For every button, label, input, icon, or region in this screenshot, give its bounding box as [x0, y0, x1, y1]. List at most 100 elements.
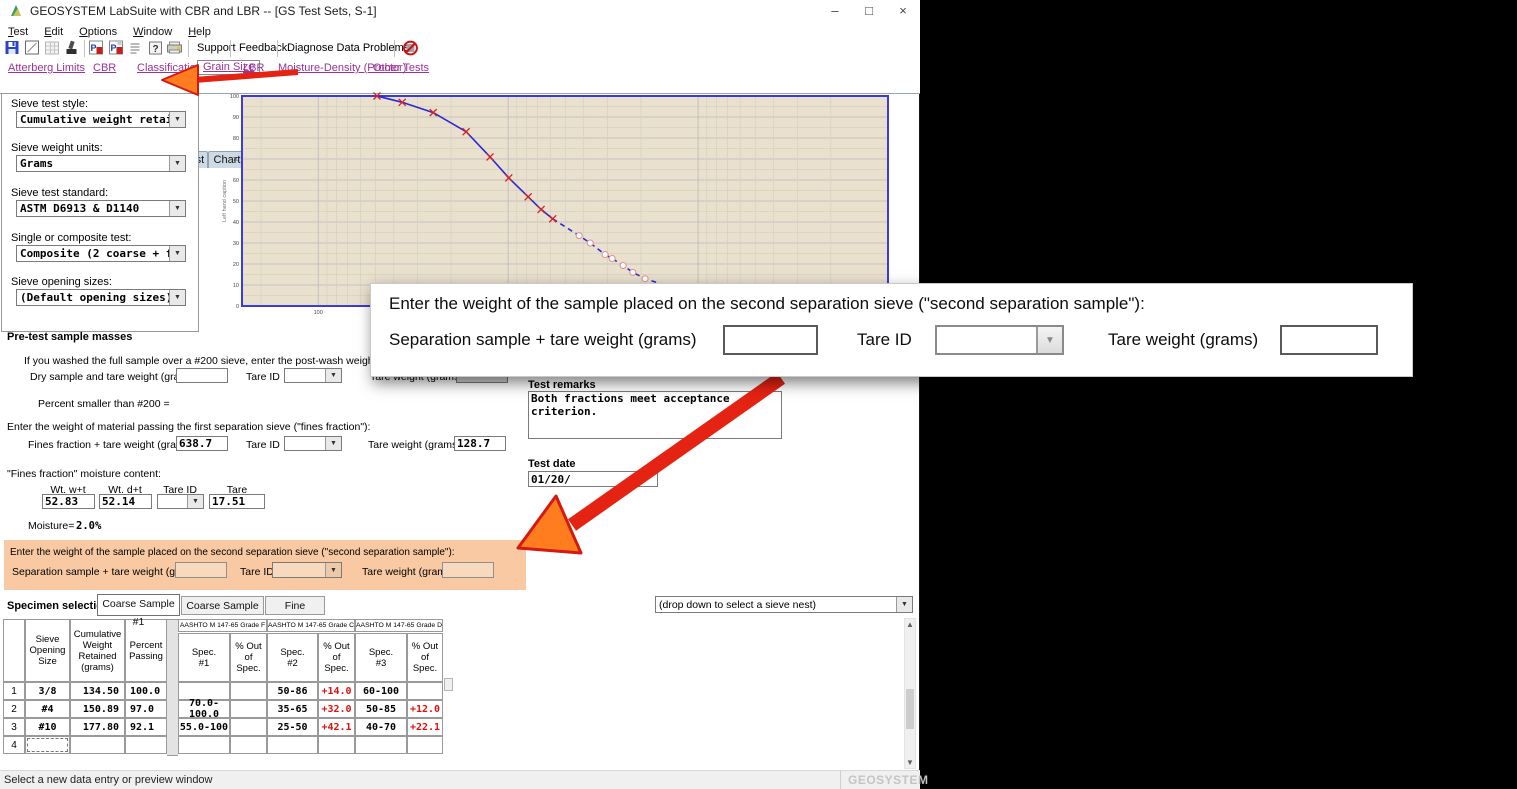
menu-help[interactable]: Help	[188, 26, 211, 38]
test-remarks-textarea[interactable]: Both fractions meet acceptance criterion…	[528, 391, 782, 439]
table-cell[interactable]: 55.0-100	[178, 718, 230, 736]
option-combo-1[interactable]: Cumulative weight retained▼	[16, 111, 186, 128]
specimen-tab-fine-sample[interactable]: Fine Sample	[265, 596, 325, 615]
module-tab-lbr[interactable]: LBR	[243, 62, 264, 74]
chart-icon[interactable]	[24, 40, 41, 56]
diagnose-data-problems-button[interactable]: Diagnose Data Problems	[287, 42, 409, 54]
callout-tare-id-combo[interactable]: ▼	[935, 325, 1064, 355]
table-cell[interactable]: 97.0	[125, 700, 167, 718]
grid-icon[interactable]	[44, 40, 61, 56]
table-cell[interactable]	[70, 736, 125, 754]
table-cell[interactable]	[25, 736, 70, 754]
chevron-down-icon[interactable]: ▼	[169, 290, 185, 305]
table-cell[interactable]	[178, 736, 230, 754]
table-cell[interactable]: 150.89	[70, 700, 125, 718]
test-apparatus-icon[interactable]	[63, 40, 80, 56]
table-scroll-nub[interactable]	[444, 678, 453, 691]
pdf-report-icon[interactable]: P	[88, 40, 105, 56]
module-tab-cbr[interactable]: CBR	[93, 62, 116, 74]
fines-tare-weight-input[interactable]	[454, 436, 506, 451]
separation-tare-id-combo[interactable]: ▼	[272, 562, 342, 578]
fines-fraction-input[interactable]	[176, 436, 228, 451]
moisture-tare-id-combo[interactable]: ▼	[157, 494, 204, 509]
chevron-down-icon[interactable]: ▼	[187, 495, 203, 508]
table-cell[interactable]: +32.0	[318, 700, 355, 718]
fines-tare-id-combo[interactable]: ▼	[284, 436, 342, 451]
menu-test[interactable]: Test	[8, 26, 28, 38]
table-cell[interactable]: 177.80	[70, 718, 125, 736]
menu-window[interactable]: Window	[133, 26, 172, 38]
test-date-input[interactable]	[528, 471, 658, 487]
table-cell[interactable]: #10	[25, 718, 70, 736]
table-cell[interactable]: 35-65	[267, 700, 318, 718]
table-cell[interactable]	[125, 736, 167, 754]
table-cell[interactable]: 50-86	[267, 682, 318, 700]
module-tab-atterberg-limits[interactable]: Atterberg Limits	[8, 62, 85, 74]
chevron-down-icon[interactable]: ▼	[896, 597, 912, 612]
wt-dt-input[interactable]	[99, 494, 152, 509]
specimen-tab-coarse-sample-2[interactable]: Coarse Sample #2	[181, 596, 264, 615]
menu-edit[interactable]: Edit	[44, 26, 63, 38]
table-cell[interactable]	[355, 736, 407, 754]
table-cell[interactable]: 40-70	[355, 718, 407, 736]
table-cell[interactable]: +42.1	[318, 718, 355, 736]
table-cell[interactable]	[267, 736, 318, 754]
table-cell[interactable]: 25-50	[267, 718, 318, 736]
option-combo-3[interactable]: ASTM D6913 & D1140▼	[16, 200, 186, 217]
table-cell[interactable]: 70.0-100.0	[178, 700, 230, 718]
module-tab-other-tests[interactable]: Other Tests	[373, 62, 429, 74]
separation-tare-weight-input[interactable]	[442, 562, 494, 578]
scroll-down-icon[interactable]: ▼	[905, 758, 915, 767]
chevron-down-icon[interactable]: ▼	[325, 369, 341, 382]
table-cell[interactable]: 60-100	[355, 682, 407, 700]
close-icon[interactable]: ×	[886, 0, 920, 22]
table-cell[interactable]: 50-85	[355, 700, 407, 718]
table-cell[interactable]	[230, 700, 267, 718]
chevron-down-icon[interactable]: ▼	[325, 437, 341, 450]
option-combo-4[interactable]: Composite (2 coarse + fines)▼	[16, 245, 186, 262]
table-cell[interactable]: +22.1	[407, 718, 443, 736]
table-cell[interactable]	[407, 682, 443, 700]
table-cell[interactable]: 134.50	[70, 682, 125, 700]
table-cell[interactable]	[407, 736, 443, 754]
no-save-icon[interactable]	[402, 40, 419, 56]
chevron-down-icon[interactable]: ▼	[325, 563, 341, 577]
wt-wt-input[interactable]	[42, 494, 95, 509]
printer-icon[interactable]	[166, 40, 183, 56]
table-cell[interactable]: 3/8	[25, 682, 70, 700]
sieve-nest-combo[interactable]: (drop down to select a sieve nest) ▼	[655, 596, 913, 613]
chevron-down-icon[interactable]: ▼	[169, 112, 185, 127]
help-icon[interactable]: ?	[147, 40, 164, 56]
feedback-button[interactable]: Feedback	[239, 42, 287, 54]
tare-input[interactable]	[209, 494, 265, 509]
chevron-down-icon[interactable]: ▼	[1036, 327, 1062, 353]
callout-separation-sample-input[interactable]	[723, 325, 818, 355]
table-cell[interactable]	[318, 736, 355, 754]
chevron-down-icon[interactable]: ▼	[169, 156, 185, 171]
table-cell[interactable]	[230, 682, 267, 700]
save-icon[interactable]	[4, 40, 21, 56]
option-combo-2[interactable]: Grams▼	[16, 155, 186, 172]
chevron-down-icon[interactable]: ▼	[169, 201, 185, 216]
option-combo-5[interactable]: (Default opening sizes)▼	[16, 289, 186, 306]
specimen-tab-coarse-sample-1[interactable]: Coarse Sample #1	[97, 594, 180, 616]
minimize-icon[interactable]: –	[818, 0, 852, 22]
table-cell[interactable]: +14.0	[318, 682, 355, 700]
callout-tare-weight-input[interactable]	[1280, 325, 1378, 355]
pdf-export-icon[interactable]: P	[108, 40, 125, 56]
table-vertical-scrollbar[interactable]: ▲ ▼	[904, 618, 916, 769]
data-list-icon[interactable]	[128, 40, 145, 56]
table-cell[interactable]: +12.0	[407, 700, 443, 718]
table-cell[interactable]: 100.0	[125, 682, 167, 700]
scroll-up-icon[interactable]: ▲	[905, 620, 915, 629]
separation-sample-input[interactable]	[175, 562, 227, 578]
table-cell[interactable]	[230, 718, 267, 736]
menu-options[interactable]: Options	[79, 26, 117, 38]
table-cell[interactable]: 92.1	[125, 718, 167, 736]
dry-sample-input[interactable]	[176, 368, 228, 383]
scrollbar-thumb[interactable]	[906, 689, 914, 729]
table-cell[interactable]: #4	[25, 700, 70, 718]
maximize-icon[interactable]: □	[852, 0, 886, 22]
dry-tare-id-combo[interactable]: ▼	[284, 368, 342, 383]
table-cell[interactable]	[230, 736, 267, 754]
